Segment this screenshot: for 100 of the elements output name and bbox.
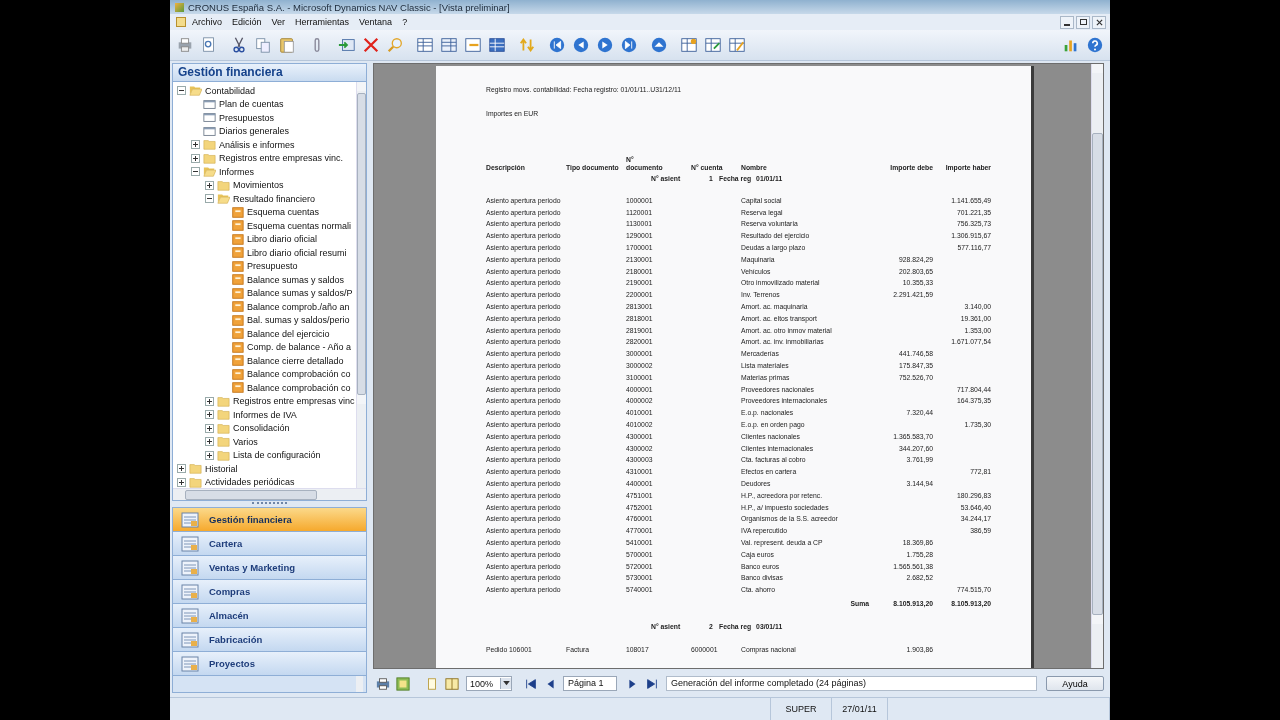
folder-icon	[189, 462, 202, 476]
tree-item[interactable]: Balance sumas y saldos/P	[247, 288, 353, 299]
tree-item[interactable]: Registros entre empresas vinc.	[219, 153, 344, 164]
navigation-button[interactable]: Fabricación	[172, 628, 367, 652]
collapse-toggle[interactable]	[205, 194, 214, 204]
two-pages-icon[interactable]	[445, 676, 459, 691]
copy-icon[interactable]	[254, 36, 272, 54]
scroll-bar[interactable]	[356, 676, 363, 692]
restore-button[interactable]	[1076, 15, 1090, 29]
collapse-toggle[interactable]	[177, 86, 186, 96]
table-icon[interactable]	[728, 36, 746, 54]
tree-item[interactable]: Balance comprob./año an	[247, 301, 350, 312]
expand-toggle[interactable]	[205, 180, 214, 190]
tree-item[interactable]: Libro diario oficial	[247, 234, 318, 245]
tree-item[interactable]: Balance del ejercicio	[247, 328, 330, 339]
navigation-button[interactable]: Cartera	[172, 532, 367, 556]
expand-toggle[interactable]	[191, 140, 200, 150]
delete-icon[interactable]	[362, 36, 380, 54]
menu-item[interactable]: Edición	[232, 17, 262, 27]
report-icon	[231, 232, 244, 246]
report-icon	[231, 354, 244, 368]
table-icon[interactable]	[488, 36, 506, 54]
tree-item[interactable]: Balance cierre detallado	[247, 355, 344, 366]
previous-icon[interactable]	[572, 36, 590, 54]
page-field[interactable]: Página 1	[563, 676, 617, 691]
navigation-button[interactable]: Compras	[172, 580, 367, 604]
help-button[interactable]: Ayuda	[1046, 676, 1104, 691]
first-page-icon[interactable]	[524, 676, 538, 691]
help-icon[interactable]	[1086, 36, 1104, 54]
tree-item[interactable]: Esquema cuentas normali	[247, 220, 352, 231]
module-icon	[181, 535, 199, 552]
first-icon[interactable]	[548, 36, 566, 54]
tree-item[interactable]: Contabilidad	[205, 85, 256, 96]
tree-item[interactable]: Diarios generales	[219, 126, 290, 137]
tree-item[interactable]: Presupuesto	[247, 261, 298, 272]
menu-item[interactable]: Archivo	[192, 17, 222, 27]
tree-item[interactable]: Informes	[219, 166, 254, 177]
expand-toggle[interactable]	[205, 423, 214, 433]
expand-toggle[interactable]	[205, 410, 214, 420]
tree-item[interactable]: Balance sumas y saldos	[247, 274, 345, 285]
expand-toggle[interactable]	[205, 437, 214, 447]
report-icon	[231, 327, 244, 341]
folder-icon	[189, 84, 202, 98]
tree-item[interactable]: Libro diario oficial resumi	[247, 247, 347, 258]
scroll-bar[interactable]	[173, 488, 366, 500]
tree-item[interactable]: Bal. sumas y saldos/perio	[247, 315, 350, 326]
module-icon	[181, 655, 199, 672]
minimize-button[interactable]	[1060, 15, 1074, 29]
menu-item[interactable]: Ver	[271, 17, 286, 27]
table-icon[interactable]	[416, 36, 434, 54]
expand-toggle[interactable]	[177, 477, 186, 487]
navigation-button[interactable]: Ventas y Marketing	[172, 556, 367, 580]
expand-toggle[interactable]	[205, 450, 214, 460]
folder-icon	[217, 394, 230, 408]
scroll-bar[interactable]	[356, 82, 366, 488]
tree-item[interactable]: Movimientos	[233, 180, 284, 191]
menu-item[interactable]: Herramientas	[295, 17, 350, 27]
scroll-bar[interactable]	[1091, 64, 1103, 668]
folder-icon	[217, 421, 230, 435]
tree-item[interactable]: Balance comprobación co	[247, 382, 351, 393]
tree-item[interactable]: Análisis e informes	[219, 139, 295, 150]
page-setup-icon[interactable]	[396, 676, 410, 691]
table-icon[interactable]	[704, 36, 722, 54]
report-icon	[231, 259, 244, 273]
tree-item[interactable]: Plan de cuentas	[219, 99, 284, 110]
navigation-button[interactable]: Proyectos	[172, 652, 367, 676]
single-page-icon[interactable]	[425, 676, 439, 691]
report-icon	[231, 246, 244, 260]
clipboard-icon[interactable]	[278, 36, 296, 54]
tree-item[interactable]: Actividades periódicas	[205, 477, 295, 488]
expand-toggle[interactable]	[191, 153, 200, 163]
navigation-button[interactable]: Almacén	[172, 604, 367, 628]
scissors-icon[interactable]	[230, 36, 248, 54]
printer-icon[interactable]	[176, 36, 194, 54]
tree-item[interactable]: Historial	[205, 463, 238, 474]
tree-item[interactable]: Varios	[233, 436, 258, 447]
tree-item[interactable]: Resultado financiero	[233, 193, 316, 204]
table-icon[interactable]	[440, 36, 458, 54]
zoom-dropdown[interactable]: 100%	[466, 676, 512, 691]
tree-item[interactable]: Presupuestos	[219, 112, 275, 123]
printer-icon[interactable]	[376, 676, 390, 691]
menu-item[interactable]: Ventana	[359, 17, 393, 27]
collapse-toggle[interactable]	[191, 167, 200, 177]
table-icon[interactable]	[680, 36, 698, 54]
tree-item[interactable]: Comp. de balance - Año a	[247, 342, 352, 353]
navigation-button[interactable]: Gestión financiera	[172, 507, 367, 532]
tree-item[interactable]: Consolidación	[233, 423, 290, 434]
next-icon[interactable]	[596, 36, 614, 54]
menu-item[interactable]: ?	[402, 17, 408, 27]
tree-item[interactable]: Lista de configuración	[233, 450, 321, 461]
close-button[interactable]	[1092, 15, 1106, 29]
expand-toggle[interactable]	[205, 396, 214, 406]
last-icon[interactable]	[620, 36, 638, 54]
expand-toggle[interactable]	[177, 464, 186, 474]
tree-item[interactable]: Informes de IVA	[233, 409, 297, 420]
tree-item[interactable]: Balance comprobación co	[247, 369, 351, 380]
last-page-icon[interactable]	[645, 676, 659, 691]
tree-item[interactable]: Esquema cuentas	[247, 207, 320, 218]
up-icon[interactable]	[650, 36, 668, 54]
tree-item[interactable]: Registros entre empresas vinc	[233, 396, 355, 407]
